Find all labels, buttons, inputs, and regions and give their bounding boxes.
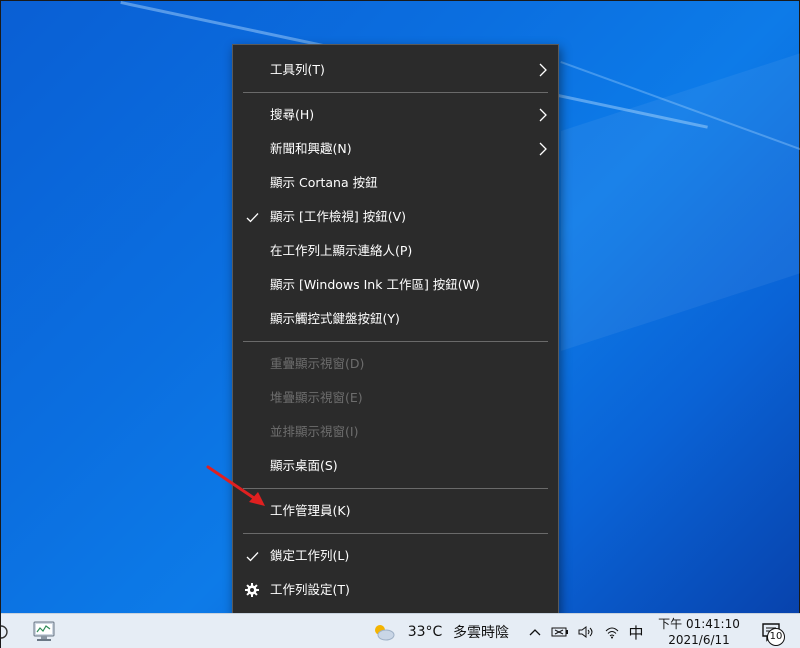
menu-item-label: 工作管理員(K)	[270, 503, 351, 518]
menu-separator	[243, 488, 548, 489]
menu-item-show-desktop[interactable]: 顯示桌面(S)	[233, 449, 558, 483]
taskbar[interactable]: 33°C 多雲時陰 中 下午 01:41:10 2021/6/11 10	[1, 613, 800, 648]
menu-item-label: 顯示 Cortana 按鈕	[270, 175, 378, 190]
menu-item-news-and-interests[interactable]: 新聞和興趣(N)	[233, 132, 558, 166]
volume-icon[interactable]	[575, 614, 597, 648]
notification-center-button[interactable]: 10	[753, 614, 789, 648]
clock-date: 2021/6/11	[668, 633, 730, 647]
menu-item-label: 新聞和興趣(N)	[270, 141, 352, 156]
ime-indicator[interactable]: 中	[625, 614, 647, 648]
menu-item-show-touch-keyboard[interactable]: 顯示觸控式鍵盤按鈕(Y)	[233, 302, 558, 336]
resource-monitor-app-icon[interactable]	[27, 614, 61, 648]
partly-cloudy-icon[interactable]	[371, 614, 397, 648]
partial-app-icon[interactable]	[1, 614, 9, 648]
battery-icon[interactable]	[549, 614, 571, 648]
menu-item-side-by-side-windows: 並排顯示視窗(I)	[233, 415, 558, 449]
menu-item-search[interactable]: 搜尋(H)	[233, 98, 558, 132]
weather-temperature[interactable]: 33°C	[403, 614, 447, 648]
system-clock[interactable]: 下午 01:41:10 2021/6/11	[651, 614, 747, 648]
checkmark-icon	[245, 539, 259, 573]
menu-item-label: 顯示 [Windows Ink 工作區] 按鈕(W)	[270, 277, 480, 292]
gear-icon	[245, 573, 259, 607]
checkmark-icon	[245, 200, 259, 234]
weather-condition[interactable]: 多雲時陰	[448, 614, 514, 648]
taskbar-context-menu: 工具列(T) 搜尋(H) 新聞和興趣(N) 顯示 Cortana 按鈕 顯示 […	[232, 44, 559, 617]
menu-item-show-people[interactable]: 在工作列上顯示連絡人(P)	[233, 234, 558, 268]
wifi-icon[interactable]	[601, 614, 623, 648]
menu-item-cascade-windows: 重疊顯示視窗(D)	[233, 347, 558, 381]
menu-item-label: 搜尋(H)	[270, 107, 315, 122]
chevron-right-icon	[538, 132, 548, 166]
menu-item-label: 顯示桌面(S)	[270, 458, 338, 473]
wallpaper-light-beam	[561, 20, 800, 351]
menu-item-label: 在工作列上顯示連絡人(P)	[270, 243, 413, 258]
menu-item-label: 重疊顯示視窗(D)	[270, 356, 365, 371]
chevron-up-icon[interactable]	[525, 614, 545, 648]
menu-item-task-manager[interactable]: 工作管理員(K)	[233, 494, 558, 528]
menu-item-label: 顯示觸控式鍵盤按鈕(Y)	[270, 311, 400, 326]
menu-item-show-task-view-button[interactable]: 顯示 [工作檢視] 按鈕(V)	[233, 200, 558, 234]
menu-item-toolbars[interactable]: 工具列(T)	[233, 53, 558, 87]
menu-item-show-windows-ink[interactable]: 顯示 [Windows Ink 工作區] 按鈕(W)	[233, 268, 558, 302]
menu-item-label: 工具列(T)	[270, 62, 325, 77]
menu-item-stack-windows: 堆疊顯示視窗(E)	[233, 381, 558, 415]
menu-item-label: 工作列設定(T)	[270, 582, 350, 597]
red-arrow-annotation	[206, 465, 265, 506]
menu-item-label: 顯示 [工作檢視] 按鈕(V)	[270, 209, 407, 224]
chevron-right-icon	[538, 53, 548, 87]
clock-time: 下午 01:41:10	[658, 617, 740, 631]
menu-separator	[243, 533, 548, 534]
menu-item-lock-taskbar[interactable]: 鎖定工作列(L)	[233, 539, 558, 573]
menu-item-label: 堆疊顯示視窗(E)	[270, 390, 363, 405]
menu-separator	[243, 341, 548, 342]
notification-count-badge: 10	[767, 628, 785, 646]
menu-item-taskbar-settings[interactable]: 工作列設定(T)	[233, 573, 558, 607]
menu-separator	[243, 92, 548, 93]
chevron-right-icon	[538, 98, 548, 132]
menu-item-label: 鎖定工作列(L)	[270, 548, 350, 563]
menu-item-label: 並排顯示視窗(I)	[270, 424, 359, 439]
menu-item-show-cortana-button[interactable]: 顯示 Cortana 按鈕	[233, 166, 558, 200]
